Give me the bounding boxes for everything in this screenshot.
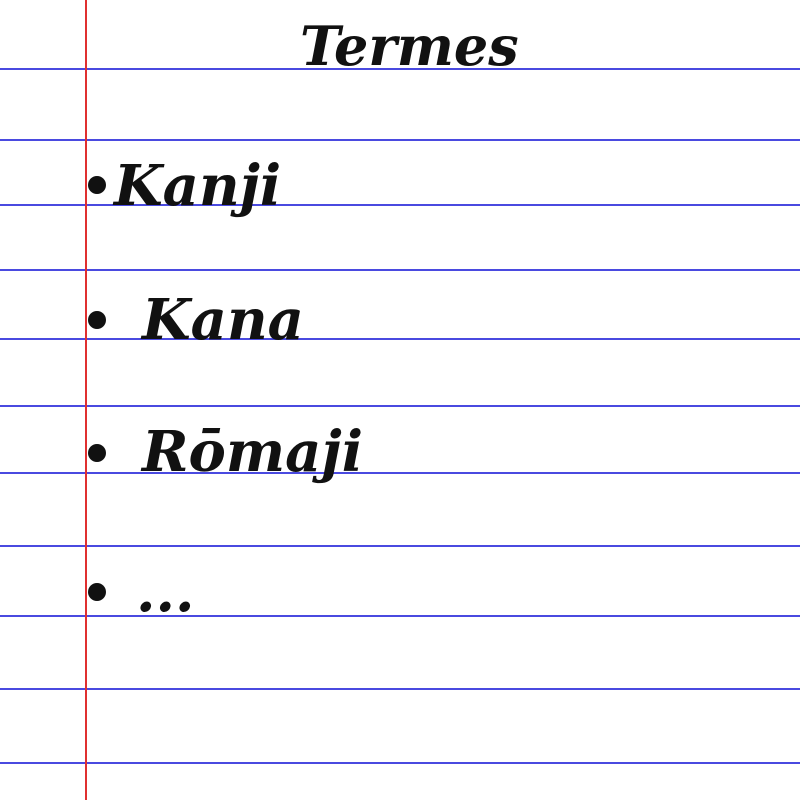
ruled-line (0, 472, 800, 474)
ruled-line (0, 338, 800, 340)
ruled-line (0, 545, 800, 547)
bullet-icon (88, 444, 106, 462)
page-title: Termes (300, 14, 519, 78)
ruled-line (0, 269, 800, 271)
ruled-line (0, 405, 800, 407)
ruled-line (0, 615, 800, 617)
ruled-line (0, 139, 800, 141)
list-item-romaji: Rōmaji (142, 419, 363, 485)
margin-line (85, 0, 87, 800)
list-item-ellipsis: ... (136, 559, 195, 625)
bullet-icon (88, 176, 106, 194)
ruled-line (0, 688, 800, 690)
notebook-page: Termes Kanji Kana Rōmaji ... (0, 0, 800, 800)
list-item-kanji: Kanji (114, 153, 282, 219)
list-item-kana: Kana (142, 287, 304, 353)
bullet-icon (88, 311, 106, 329)
ruled-line (0, 762, 800, 764)
bullet-icon (88, 583, 106, 601)
